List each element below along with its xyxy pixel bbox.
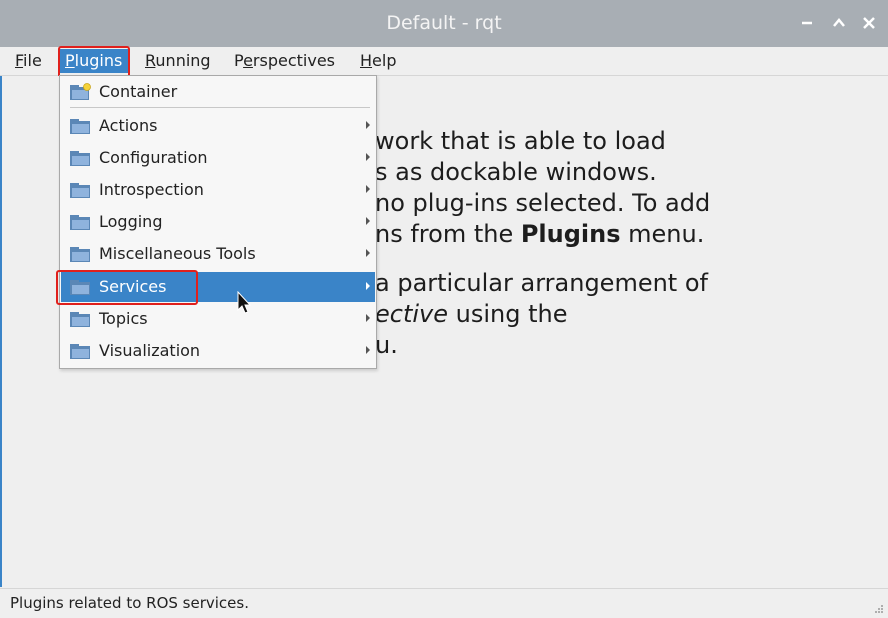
menu-item-visualization[interactable]: Visualization bbox=[61, 336, 375, 366]
folder-icon bbox=[70, 247, 90, 262]
menu-help[interactable]: Help bbox=[360, 51, 396, 71]
folder-icon bbox=[70, 344, 90, 359]
close-icon[interactable] bbox=[860, 14, 878, 32]
welcome-paragraph-1: work that is able to load s as dockable … bbox=[375, 127, 711, 248]
welcome-text: work that is able to load s as dockable … bbox=[375, 126, 875, 379]
menu-item-logging[interactable]: Logging bbox=[61, 207, 375, 237]
chevron-right-icon bbox=[366, 346, 370, 354]
left-dock-edge bbox=[0, 76, 2, 587]
menu-perspectives[interactable]: Perspectives bbox=[234, 51, 335, 71]
menu-item-configuration[interactable]: Configuration bbox=[61, 143, 375, 173]
folder-new-icon bbox=[70, 83, 91, 100]
title-bar: Default - rqt bbox=[0, 0, 888, 47]
mouse-cursor-icon bbox=[237, 291, 252, 314]
plugins-dropdown-menu: Container Actions Configuration Introspe… bbox=[59, 75, 377, 369]
menu-file[interactable]: File bbox=[15, 51, 42, 71]
maximize-icon[interactable] bbox=[830, 14, 848, 32]
status-bar: Plugins related to ROS services. bbox=[0, 588, 888, 618]
folder-icon bbox=[70, 119, 90, 134]
window-title: Default - rqt bbox=[386, 12, 502, 34]
menu-item-container[interactable]: Container bbox=[61, 77, 375, 107]
chevron-right-icon bbox=[366, 314, 370, 322]
chevron-right-icon bbox=[366, 282, 370, 290]
folder-icon bbox=[70, 183, 90, 198]
menu-running[interactable]: Running bbox=[145, 51, 211, 71]
menu-item-introspection[interactable]: Introspection bbox=[61, 175, 375, 205]
menu-separator bbox=[70, 107, 370, 108]
resize-grip-icon[interactable] bbox=[874, 604, 884, 614]
chevron-right-icon bbox=[366, 121, 370, 129]
plugins-highlight-box bbox=[58, 46, 130, 78]
menu-item-miscellaneous-tools[interactable]: Miscellaneous Tools bbox=[61, 239, 375, 269]
chevron-right-icon bbox=[366, 153, 370, 161]
chevron-right-icon bbox=[366, 249, 370, 257]
menu-item-topics[interactable]: Topics bbox=[61, 304, 375, 334]
welcome-paragraph-2: a particular arrangement of ective using… bbox=[375, 269, 708, 359]
chevron-right-icon bbox=[366, 185, 370, 193]
minimize-icon[interactable] bbox=[798, 14, 816, 32]
menu-bar: File Plugins Running Perspectives Help bbox=[0, 47, 888, 76]
folder-icon bbox=[70, 312, 90, 327]
folder-icon bbox=[70, 151, 90, 166]
chevron-right-icon bbox=[366, 217, 370, 225]
services-highlight-box bbox=[56, 270, 198, 305]
folder-icon bbox=[70, 215, 90, 230]
status-text: Plugins related to ROS services. bbox=[10, 594, 249, 612]
menu-item-actions[interactable]: Actions bbox=[61, 111, 375, 141]
